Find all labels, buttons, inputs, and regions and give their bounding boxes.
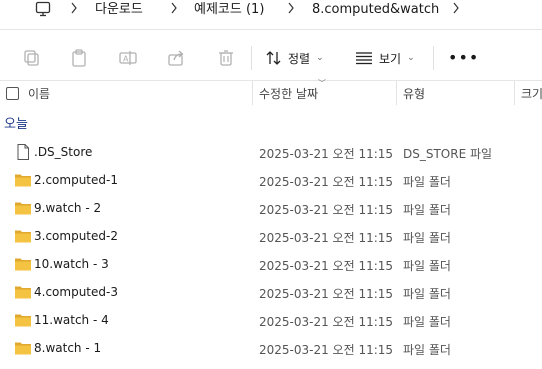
sort-button[interactable]: 정렬 ⌄ [266,44,324,72]
view-label: 보기 [379,51,402,66]
list-item[interactable]: 9.watch - 2 2025-03-21 오전 11:15 파일 폴더 [0,194,542,222]
chevron-right-icon[interactable] [171,2,177,14]
select-all-checkbox[interactable] [6,87,19,100]
file-modified: 2025-03-21 오전 11:15 [259,343,394,357]
sort-down-icon: ﹀ [318,79,326,88]
file-modified: 2025-03-21 오전 11:15 [259,287,394,301]
delete-icon[interactable] [216,48,236,68]
folder-icon [15,342,31,355]
file-modified: 2025-03-21 오전 11:15 [259,203,394,217]
svg-text:A: A [123,55,129,64]
list-item[interactable]: 4.computed-3 2025-03-21 오전 11:15 파일 폴더 [0,278,542,306]
file-type: 파일 폴더 [403,287,451,301]
file-name: 11.watch - 4 [34,313,109,327]
computer-icon[interactable] [35,1,51,17]
file-modified: 2025-03-21 오전 11:15 [259,147,394,161]
folder-icon [15,286,31,299]
file-name: .DS_Store [34,145,93,159]
list-item[interactable]: 10.watch - 3 2025-03-21 오전 11:15 파일 폴더 [0,250,542,278]
file-name: 8.watch - 1 [34,341,102,355]
column-name[interactable]: 이름 [28,85,50,102]
paste-icon[interactable] [69,48,89,68]
file-type: 파일 폴더 [403,203,451,217]
toolbar-separator [433,46,434,70]
view-button[interactable]: 보기 ⌄ [355,44,415,72]
file-name: 4.computed-3 [34,285,118,299]
file-name: 9.watch - 2 [34,201,102,215]
file-modified: 2025-03-21 오전 11:15 [259,175,394,189]
file-type: DS_STORE 파일 [403,147,493,161]
file-modified: 2025-03-21 오전 11:15 [259,231,394,245]
folder-icon [15,202,31,215]
file-type: 파일 폴더 [403,315,451,329]
list-item[interactable]: .DS_Store 2025-03-21 오전 11:15 DS_STORE 파… [0,138,542,166]
file-type: 파일 폴더 [403,175,451,189]
sort-label: 정렬 [288,51,311,66]
chevron-down-icon: ⌄ [407,53,415,63]
chevron-right-icon[interactable] [288,2,294,14]
view-list-icon [356,52,372,65]
chevron-right-icon[interactable] [453,2,459,14]
file-type: 파일 폴더 [403,231,451,245]
file-name: 3.computed-2 [34,229,118,243]
file-modified: 2025-03-21 오전 11:15 [259,259,394,273]
column-size[interactable]: 크기 [521,85,542,102]
list-item[interactable]: 8.watch - 1 2025-03-21 오전 11:15 파일 폴더 [0,334,542,362]
breadcrumb-item-examples[interactable]: 예제코드 (1) [194,2,264,18]
column-type[interactable]: 유형 [403,85,425,102]
list-item[interactable]: 2.computed-1 2025-03-21 오전 11:15 파일 폴더 [0,166,542,194]
file-modified: 2025-03-21 오전 11:15 [259,315,394,329]
folder-icon [15,314,31,327]
breadcrumb-item-current[interactable]: 8.computed&watch [312,2,439,18]
more-options-button[interactable]: ••• [448,48,479,67]
file-name: 2.computed-1 [34,173,118,187]
column-header: 이름 ﹀ 수정한 날짜 유형 크기 [0,79,542,105]
copy-icon[interactable] [22,48,42,68]
column-divider[interactable] [252,81,253,105]
chevron-down-icon: ⌄ [316,53,324,63]
column-divider[interactable] [514,81,515,105]
rename-icon[interactable]: A [118,48,138,68]
folder-icon [15,174,31,187]
list-item[interactable]: 3.computed-2 2025-03-21 오전 11:15 파일 폴더 [0,222,542,250]
file-icon [17,144,29,160]
group-header-today[interactable]: 오늘 [4,113,28,132]
chevron-right-icon[interactable] [71,2,77,14]
sort-icon [266,51,281,65]
list-item[interactable]: 11.watch - 4 2025-03-21 오전 11:15 파일 폴더 [0,306,542,334]
column-divider[interactable] [396,81,397,105]
breadcrumb: 다운로드 예제코드 (1) 8.computed&watch [0,0,542,28]
folder-icon [15,230,31,243]
folder-icon [15,258,31,271]
breadcrumb-divider [0,29,542,30]
share-icon[interactable] [166,48,186,68]
breadcrumb-item-downloads[interactable]: 다운로드 [95,2,143,18]
file-type: 파일 폴더 [403,343,451,357]
file-type: 파일 폴더 [403,259,451,273]
command-bar: A 정렬 ⌄ 보기 ⌄ ••• [0,40,542,76]
toolbar-separator [251,46,252,70]
column-modified[interactable]: 수정한 날짜 [259,85,318,102]
file-name: 10.watch - 3 [34,257,109,271]
